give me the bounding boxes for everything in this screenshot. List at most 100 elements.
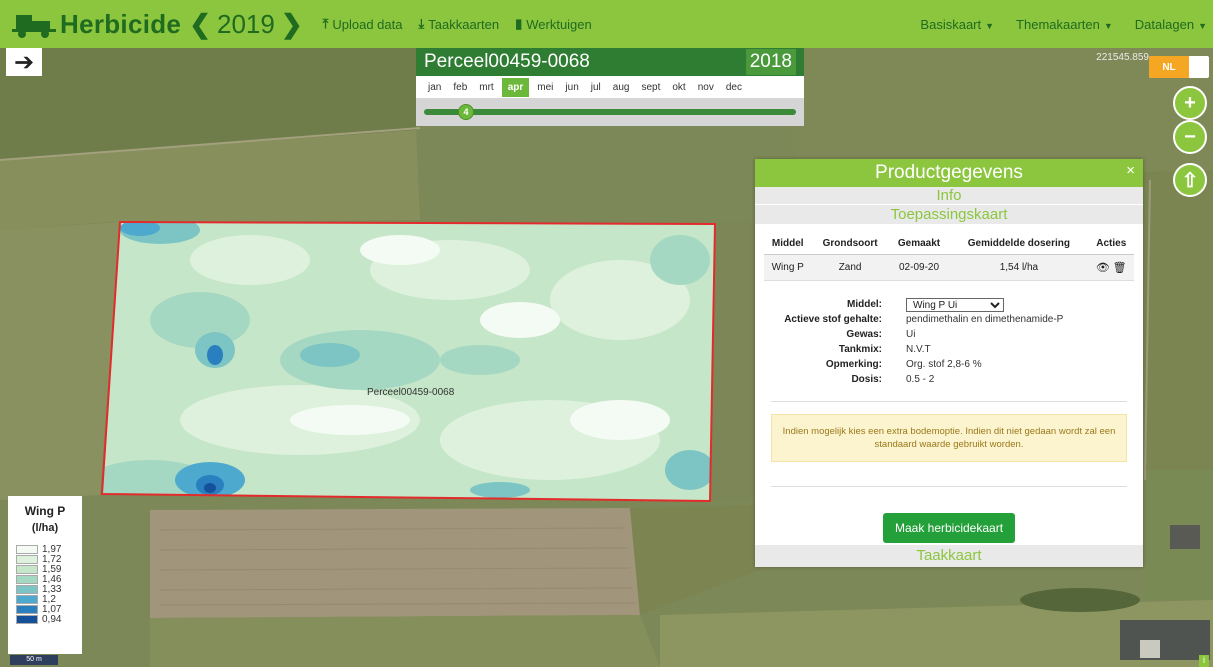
legend-swatch (16, 554, 38, 564)
soil-warning: Indien mogelijk kies een extra bodemopti… (771, 414, 1127, 462)
legend-swatch (16, 614, 38, 624)
legend-swatch (16, 544, 38, 554)
werktuigen-label: Werktuigen (526, 16, 592, 32)
section-toepassingskaart[interactable]: Toepassingskaart (755, 205, 1143, 225)
divider (771, 401, 1127, 402)
info-icon[interactable]: i (1199, 655, 1209, 667)
upload-data-button[interactable]: ⤒ Upload data (323, 16, 403, 32)
menu-datalagen-label: Datalagen (1134, 16, 1195, 32)
cell-grondsoort: Zand (811, 254, 889, 281)
werktuigen-button[interactable]: ▮ Werktuigen (515, 16, 592, 32)
zoom-in-button[interactable]: + (1173, 86, 1207, 120)
legend-swatch (16, 604, 38, 614)
middel-value-wrap: Wing P Ui (906, 297, 1143, 312)
year-navigator: ❮ 2019 ❯ (185, 9, 306, 40)
month-dec[interactable]: dec (726, 82, 742, 93)
section-taakkaart[interactable]: Taakkaart (755, 545, 1143, 567)
download-icon: ⤓ (418, 16, 425, 31)
gewas-label: Gewas: (846, 329, 882, 340)
month-slider[interactable]: 4 (416, 98, 804, 126)
product-panel: Productgegevens × Info Toepassingskaart … (755, 159, 1143, 567)
month-jul[interactable]: jul (591, 82, 601, 93)
panel-header: Productgegevens × (755, 159, 1143, 187)
detail-tankmix: Tankmix: N.V.T (755, 342, 1143, 357)
month-jan[interactable]: jan (428, 82, 441, 93)
legend-entry: 1,46 (16, 574, 74, 585)
cell-dosering: 1,54 l/ha (949, 254, 1089, 281)
month-feb[interactable]: feb (453, 82, 467, 93)
top-bar: Herbicide ❮ 2019 ❯ ⤒ Upload data ⤓ Taakk… (0, 0, 1213, 48)
legend-swatch (16, 594, 38, 604)
month-apr[interactable]: apr (501, 77, 530, 97)
legend-entry: 1,2 (16, 594, 74, 605)
taakkaarten-button[interactable]: ⤓ Taakkaarten (419, 16, 500, 32)
caret-down-icon: ▼ (1198, 20, 1207, 31)
legend-swatch (16, 584, 38, 594)
cell-acties: 👁 🗑 (1088, 254, 1134, 281)
menu-themakaarten-label: Themakaarten (1016, 16, 1100, 32)
chevron-right-icon[interactable]: ❯ (277, 9, 307, 40)
gewas-value: Ui (906, 329, 916, 340)
slider-handle[interactable]: 4 (458, 104, 474, 120)
month-jun[interactable]: jun (565, 82, 578, 93)
col-gemaakt: Gemaakt (888, 235, 950, 255)
month-sept[interactable]: sept (641, 82, 660, 93)
month-nov[interactable]: nov (698, 82, 714, 93)
table-row[interactable]: Wing P Zand 02-09-20 1,54 l/ha 👁 🗑 (764, 254, 1134, 281)
legend-swatch (16, 574, 38, 584)
zoom-out-button[interactable]: − (1173, 120, 1207, 154)
chevron-left-icon[interactable]: ❮ (185, 9, 215, 40)
scale-bar: 50 m (10, 655, 58, 665)
trash-icon[interactable]: 🗑 (1113, 262, 1127, 274)
col-grondsoort: Grondsoort (811, 235, 889, 255)
month-mei[interactable]: mei (537, 82, 553, 93)
make-herbicide-map-button[interactable]: Maak herbicidekaart (883, 513, 1015, 543)
month-okt[interactable]: okt (672, 82, 685, 93)
panel-title: Productgegevens (875, 162, 1023, 183)
col-acties: Acties (1088, 235, 1134, 255)
middel-select[interactable]: Wing P Ui (906, 297, 1004, 312)
tankmix-label: Tankmix: (838, 344, 882, 355)
slider-track (424, 109, 796, 115)
eye-icon[interactable]: 👁 (1096, 262, 1110, 274)
menu-themakaarten[interactable]: Themakaarten ▼ (1016, 17, 1113, 32)
close-icon[interactable]: × (1126, 157, 1135, 185)
detail-gewas: Gewas: Ui (755, 327, 1143, 342)
field-label: Perceel00459-0068 (367, 387, 455, 398)
menu-basiskaart-label: Basiskaart (920, 16, 982, 32)
coordinate-readout: 221545.859 (1096, 52, 1149, 63)
product-details: Middel: Wing P Ui Actieve stof gehalte: … (755, 297, 1143, 387)
upload-icon: ⤒ (322, 16, 329, 31)
detail-dosis: Dosis: 0.5 - 2 (755, 372, 1143, 387)
year-display: 2019 (216, 8, 275, 39)
taakkaarten-label: Taakkaarten (428, 16, 500, 32)
language-label: NL (1149, 56, 1189, 78)
app-title: Herbicide (60, 8, 182, 39)
month-panel-header: Perceel00459-0068 2018 (416, 48, 804, 76)
top-menus: Basiskaart ▼ Themakaarten ▼ Datalagen ▼ (920, 17, 1207, 32)
section-info[interactable]: Info (755, 187, 1143, 205)
legend-entry: 1,97 (16, 544, 74, 555)
tractor-logo-icon (12, 9, 56, 39)
divider (771, 486, 1127, 487)
menu-datalagen[interactable]: Datalagen ▼ (1135, 17, 1207, 32)
map-legend: Wing P (l/ha) 1,97 1,72 1,59 1,46 1,33 1,2 1,0… (8, 496, 82, 654)
legend-entry: 1,72 (16, 554, 74, 565)
product-table: Middel Grondsoort Gemaakt Gemiddelde dos… (764, 235, 1134, 281)
language-toggle[interactable]: NL (1149, 56, 1209, 78)
back-arrow-icon[interactable]: ➔ (6, 48, 42, 76)
month-selector-panel: Perceel00459-0068 2018 jan feb mrt apr mei ju… (416, 48, 804, 126)
up-arrow-button[interactable]: ⇧ (1173, 163, 1207, 197)
col-dosering: Gemiddelde dosering (949, 235, 1089, 255)
caret-down-icon: ▼ (985, 20, 995, 31)
legend-value: 0,94 (42, 613, 62, 625)
dosis-value: 0.5 - 2 (906, 374, 935, 385)
month-mrt[interactable]: mrt (479, 82, 493, 93)
detail-middel: Middel: Wing P Ui (755, 297, 1143, 312)
month-aug[interactable]: aug (613, 82, 630, 93)
menu-basiskaart[interactable]: Basiskaart ▼ (920, 17, 994, 32)
legend-unit: (l/ha) (31, 522, 59, 534)
tankmix-value: N.V.T (906, 344, 931, 355)
stof-value: pendimethalin en dimethenamide-P (906, 314, 1064, 325)
detail-opmerking: Opmerking: Org. stof 2,8-6 % (755, 357, 1143, 372)
